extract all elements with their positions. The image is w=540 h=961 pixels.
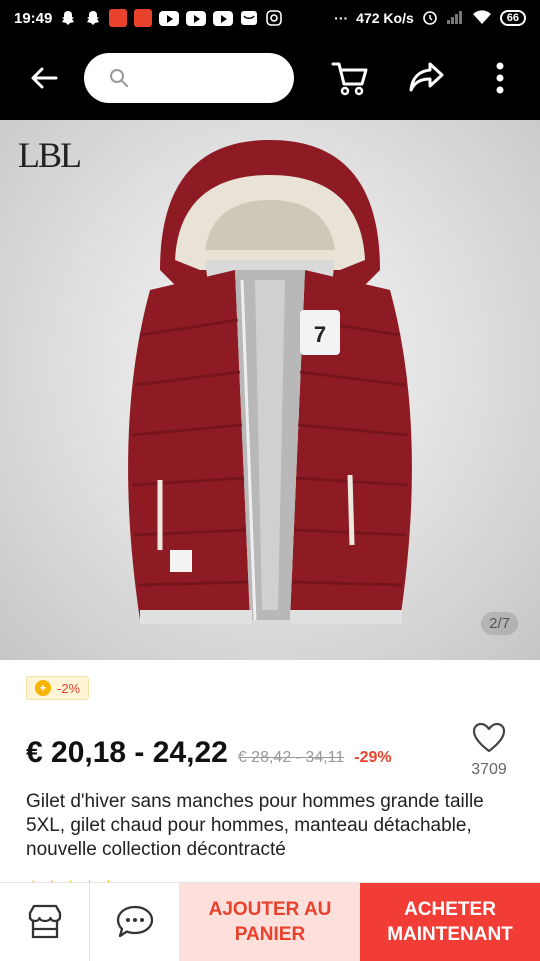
status-bar: 19:49 ··· 472 Ko/s 66 xyxy=(0,0,540,36)
bottom-action-bar: AJOUTER AU PANIER ACHETER MAINTENANT xyxy=(0,882,540,961)
snapchat-icon xyxy=(84,9,102,27)
store-button[interactable] xyxy=(0,883,90,961)
youtube-icon xyxy=(213,10,234,26)
price-row: € 20,18 - 24,22 € 28,42 - 34,11 -29% xyxy=(26,736,392,770)
network-speed: 472 Ko/s xyxy=(356,10,414,26)
more-dots-icon: ··· xyxy=(334,10,349,26)
coin-icon: + xyxy=(35,680,51,696)
battery-level: 66 xyxy=(506,12,519,24)
vest-image: 7 xyxy=(128,140,412,624)
chat-button[interactable] xyxy=(90,883,180,961)
youtube-icon xyxy=(159,10,180,26)
product-title: Gilet d'hiver sans manches pour hommes g… xyxy=(26,791,484,860)
alarm-icon xyxy=(422,9,438,28)
top-toolbar xyxy=(0,36,540,120)
buy-now-button[interactable]: ACHETER MAINTENANT xyxy=(360,883,540,961)
search-icon xyxy=(110,69,128,87)
current-price: € 20,18 - 24,22 xyxy=(26,736,228,769)
signal-icon xyxy=(446,10,464,27)
clock: 19:49 xyxy=(14,9,53,27)
wishlist-count: 3709 xyxy=(471,761,507,778)
aliexpress-icon xyxy=(109,9,128,27)
svg-text:7: 7 xyxy=(314,322,326,347)
battery-icon: 66 xyxy=(499,10,526,26)
snapchat-icon xyxy=(59,9,77,27)
chat-icon xyxy=(116,905,153,938)
discount-badge: -29% xyxy=(354,749,392,766)
cart-icon[interactable] xyxy=(330,58,370,103)
share-icon[interactable] xyxy=(408,60,446,99)
wifi-icon xyxy=(472,9,492,28)
heart-icon xyxy=(472,722,506,753)
search-input[interactable] xyxy=(84,53,294,103)
store-icon xyxy=(28,904,61,939)
back-arrow-icon[interactable] xyxy=(26,60,62,96)
mail-icon xyxy=(240,9,258,27)
coupon-badge[interactable]: + -2% xyxy=(26,676,90,700)
image-counter: 2/7 xyxy=(481,612,518,635)
product-image-gallery[interactable]: LBL 7 2/7 xyxy=(0,120,540,660)
more-vertical-icon[interactable] xyxy=(494,60,506,101)
aliexpress-icon xyxy=(134,9,153,27)
youtube-icon xyxy=(186,10,207,26)
coupon-badge-row: + -2% xyxy=(26,676,90,700)
add-to-cart-button[interactable]: AJOUTER AU PANIER xyxy=(180,883,360,961)
original-price: € 28,42 - 34,11 xyxy=(237,749,345,766)
coupon-label: -2% xyxy=(57,680,81,696)
instagram-icon xyxy=(265,9,283,27)
wishlist-button[interactable]: 3709 xyxy=(462,722,516,779)
